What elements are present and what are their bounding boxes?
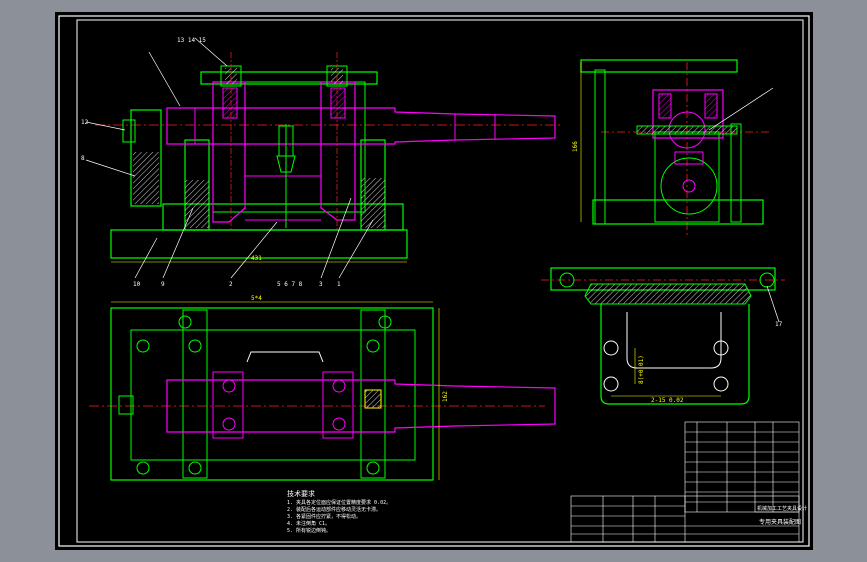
balloon-front-bottom: 2 [229,281,233,288]
title-block-org: 机械加工工艺夹具设计 [757,505,807,512]
title-block-title: 专用夹具装配图 [759,518,801,526]
tech-req-lines: 1. 夹具各定位面应保证位置精度要求 0.02。 2. 装配后各运动部件应移动灵… [287,499,391,534]
balloon-17: 17 [775,321,783,328]
section-view [541,267,785,405]
dim-side-height: 166 [572,141,579,152]
front-view [85,37,563,279]
dim-side-bolt-v: 8(+0.01) [638,355,645,384]
drawing-sheet: 13 14 15 12 8 5 6 7 8 17 431 5*4 162 166… [55,12,813,550]
side-view [580,59,774,238]
balloon-8: 8 [81,155,85,162]
dim-front-width: 431 [251,255,262,262]
cad-drawing: 13 14 15 12 8 5 6 7 8 17 431 5*4 162 166… [58,15,810,547]
balloon-top-group: 13 14 15 [177,37,206,44]
dim-side-bolt-h: 2-15 0.02 [651,397,684,404]
balloon-front-bottom: 9 [161,281,165,288]
tech-req-line: 5. 所有锐边倒钝。 [287,527,331,534]
tech-req-line: 4. 未注倒角 C1。 [287,520,330,527]
outer-frame [58,15,810,547]
cad-viewport: 13 14 15 12 8 5 6 7 8 17 431 5*4 162 166… [0,0,867,562]
balloon-front-bottom: 1 [337,281,341,288]
dim-top-width: 5*4 [251,295,262,302]
tech-req-line: 3. 各紧固件应拧紧，不得松动。 [287,513,361,520]
tech-req-title: 技术要求 [287,489,315,498]
tech-req-line: 2. 装配后各运动部件应移动灵活无卡滞。 [287,506,381,513]
top-view [89,301,556,481]
parts-list [684,421,800,513]
inner-frame [76,19,804,543]
balloon-front-mid: 5 6 7 8 [277,281,303,288]
dim-top-height: 162 [442,391,449,402]
balloon-front-bottom: 10 [133,281,141,288]
balloon-12: 12 [81,119,89,126]
balloon-front-bottom: 3 [319,281,323,288]
tech-req-line: 1. 夹具各定位面应保证位置精度要求 0.02。 [287,499,391,506]
